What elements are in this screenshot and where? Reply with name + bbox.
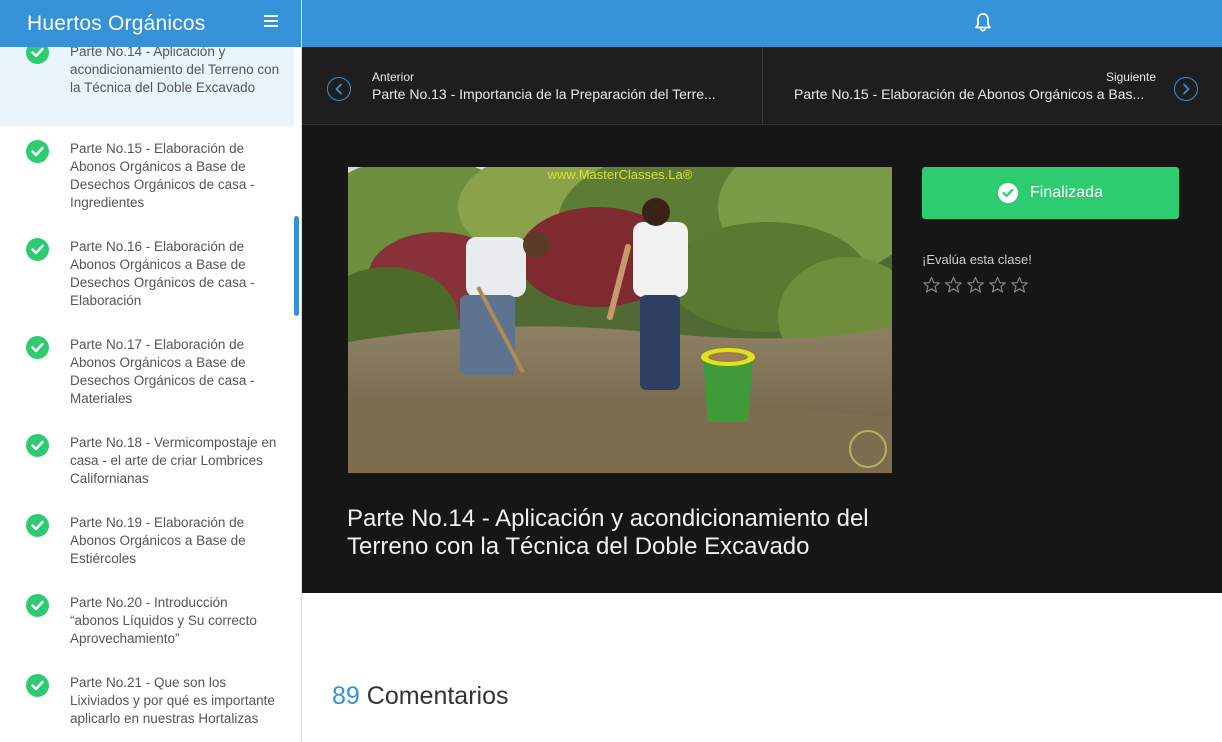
lesson-item-17[interactable]: Parte No.17 - Elaboración de Abonos Orgá… bbox=[0, 332, 294, 424]
lesson-label: Parte No.21 - Que son los Lixiviados y p… bbox=[70, 675, 275, 726]
lesson-item-21[interactable]: Parte No.21 - Que son los Lixiviados y p… bbox=[0, 670, 294, 742]
star-icon[interactable] bbox=[921, 276, 942, 294]
lesson-label: Parte No.19 - Elaboración de Abonos Orgá… bbox=[70, 515, 246, 566]
lesson-navigation: Anterior Parte No.13 - Importancia de la… bbox=[302, 47, 1222, 125]
lesson-label: Parte No.14 - Aplicación y acondicionami… bbox=[70, 47, 280, 95]
check-circle-icon bbox=[998, 183, 1019, 203]
check-circle-icon bbox=[26, 514, 49, 537]
check-circle-icon bbox=[26, 594, 49, 617]
lesson-item-16[interactable]: Parte No.16 - Elaboración de Abonos Orgá… bbox=[0, 234, 294, 326]
star-icon[interactable] bbox=[1009, 276, 1030, 294]
lesson-item-18[interactable]: Parte No.18 - Vermicompostaje en casa - … bbox=[0, 430, 294, 504]
lesson-list: Parte No.14 - Aplicación y acondicionami… bbox=[0, 47, 300, 742]
next-lesson-title: Parte No.15 - Elaboración de Abonos Orgá… bbox=[794, 86, 1145, 102]
finished-label: Finalizada bbox=[1030, 184, 1103, 201]
lesson-content: www.MasterClasses.La® Parte No.14 - Apli… bbox=[302, 125, 1222, 593]
comments-heading: 89 Comentarios bbox=[332, 682, 509, 711]
chevron-left-icon bbox=[327, 77, 351, 101]
lesson-label: Parte No.15 - Elaboración de Abonos Orgá… bbox=[70, 141, 255, 210]
video-player[interactable]: www.MasterClasses.La® bbox=[348, 167, 892, 473]
comments-label: Comentarios bbox=[366, 682, 509, 710]
lesson-label: Parte No.16 - Elaboración de Abonos Orgá… bbox=[70, 239, 255, 308]
menu-icon[interactable] bbox=[264, 15, 278, 29]
previous-label: Anterior bbox=[372, 70, 415, 84]
lesson-item-15[interactable]: Parte No.15 - Elaboración de Abonos Orgá… bbox=[0, 136, 294, 228]
rate-label: ¡Evalúa esta clase! bbox=[922, 252, 1032, 267]
lesson-label: Parte No.18 - Vermicompostaje en casa - … bbox=[70, 435, 277, 486]
lesson-item-20[interactable]: Parte No.20 - Introducción “abonos Líqui… bbox=[0, 590, 294, 664]
lesson-title: Parte No.14 - Aplicación y acondicionami… bbox=[347, 505, 869, 560]
video-frame: www.MasterClasses.La® bbox=[348, 167, 892, 473]
check-circle-icon bbox=[26, 238, 49, 261]
lesson-item-19[interactable]: Parte No.19 - Elaboración de Abonos Orgá… bbox=[0, 510, 294, 584]
next-label: Siguiente bbox=[1105, 70, 1156, 84]
chevron-right-icon bbox=[1174, 77, 1198, 101]
sidebar-scrollbar[interactable] bbox=[294, 216, 299, 316]
app-root: Huertos Orgánicos Parte No.14 - Aplicaci… bbox=[0, 0, 1222, 742]
next-lesson-link[interactable]: Siguiente Parte No.15 - Elaboración de A… bbox=[764, 47, 1222, 125]
lesson-label: Parte No.17 - Elaboración de Abonos Orgá… bbox=[70, 337, 255, 406]
previous-lesson-title: Parte No.13 - Importancia de la Preparac… bbox=[372, 86, 716, 102]
star-rating bbox=[921, 276, 1031, 294]
check-circle-icon bbox=[26, 336, 49, 359]
check-circle-icon bbox=[26, 434, 49, 457]
check-circle-icon bbox=[26, 674, 49, 697]
video-watermark: www.MasterClasses.La® bbox=[547, 167, 693, 182]
check-circle-icon bbox=[26, 47, 49, 64]
star-icon[interactable] bbox=[987, 276, 1008, 294]
star-icon[interactable] bbox=[943, 276, 964, 294]
top-bar bbox=[302, 0, 1222, 47]
lesson-sidebar: Huertos Orgánicos Parte No.14 - Aplicaci… bbox=[0, 0, 302, 742]
check-circle-icon bbox=[26, 140, 49, 163]
lesson-label: Parte No.20 - Introducción “abonos Líqui… bbox=[70, 595, 257, 646]
lesson-item-14[interactable]: Parte No.14 - Aplicación y acondicionami… bbox=[0, 47, 294, 126]
bell-icon[interactable] bbox=[974, 12, 992, 34]
comments-count: 89 bbox=[332, 682, 360, 710]
sidebar-header: Huertos Orgánicos bbox=[0, 0, 301, 47]
star-icon[interactable] bbox=[965, 276, 986, 294]
finished-button[interactable]: Finalizada bbox=[922, 167, 1179, 219]
previous-lesson-link[interactable]: Anterior Parte No.13 - Importancia de la… bbox=[302, 47, 763, 125]
course-title: Huertos Orgánicos bbox=[27, 11, 206, 35]
